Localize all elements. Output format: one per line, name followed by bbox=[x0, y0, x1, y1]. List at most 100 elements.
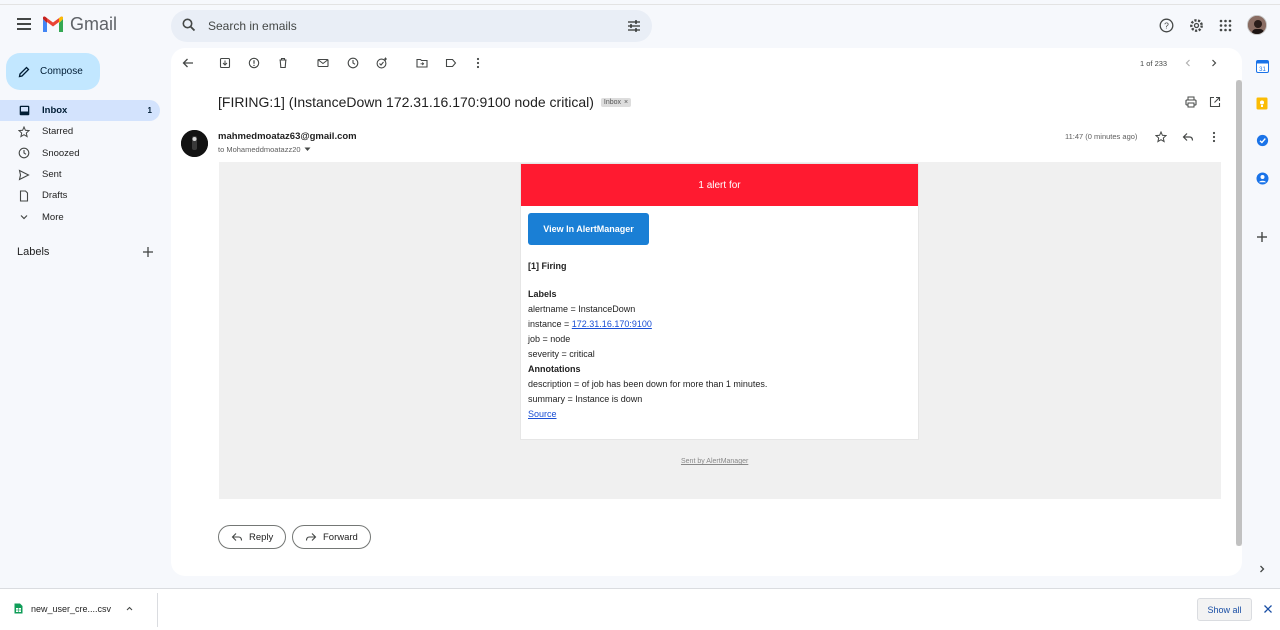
email-subject: [FIRING:1] (InstanceDown 172.31.16.170:9… bbox=[218, 94, 632, 110]
recipient-line[interactable]: to Mohameddmoatazz20 bbox=[218, 145, 311, 154]
sent-by-alertmanager-link[interactable]: Sent by AlertManager bbox=[681, 458, 748, 465]
send-icon bbox=[18, 169, 30, 181]
gmail-logo-text: Gmail bbox=[70, 14, 118, 34]
settings-gear-icon[interactable] bbox=[1187, 16, 1205, 34]
search-icon[interactable] bbox=[182, 18, 196, 32]
pencil-icon bbox=[18, 66, 30, 77]
gmail-m-logo-icon bbox=[43, 16, 63, 32]
reading-pane: 1 of 233 [FIRING:1] (InstanceDown 172.31… bbox=[171, 48, 1242, 576]
sidebar-item-label: Starred bbox=[42, 126, 74, 138]
pagination-count: 1 of 233 bbox=[1140, 59, 1168, 68]
reply-arrow-icon[interactable] bbox=[1181, 130, 1195, 144]
sidebar-item-drafts[interactable]: Drafts bbox=[0, 185, 160, 206]
forward-button[interactable]: Forward bbox=[292, 525, 371, 549]
sidebar-item-starred[interactable]: Starred bbox=[0, 121, 160, 142]
description-line: description = of job has been down for m… bbox=[528, 379, 768, 389]
search-options-icon[interactable] bbox=[627, 19, 641, 33]
job-line: job = node bbox=[528, 334, 571, 344]
move-to-folder-icon[interactable] bbox=[415, 56, 429, 70]
snooze-clock-icon[interactable] bbox=[346, 56, 360, 70]
svg-text:31: 31 bbox=[1259, 67, 1266, 73]
alert-card-header: 1 alert for bbox=[521, 164, 918, 206]
sidebar-item-snoozed[interactable]: Snoozed bbox=[0, 143, 160, 164]
forward-icon bbox=[305, 533, 317, 541]
apps-grid-icon[interactable] bbox=[1216, 16, 1234, 34]
remove-label-x-icon[interactable]: × bbox=[624, 99, 628, 106]
delete-trash-icon[interactable] bbox=[276, 56, 290, 70]
sender-avatar[interactable] bbox=[181, 130, 208, 157]
download-item[interactable]: new_user_cre....csv bbox=[14, 603, 134, 614]
instance-prefix: instance = bbox=[528, 319, 572, 329]
google-keep-icon[interactable] bbox=[1255, 96, 1269, 110]
back-arrow-icon[interactable] bbox=[181, 56, 195, 70]
chevron-down-icon bbox=[18, 211, 30, 223]
email-timestamp: 11:47 (0 minutes ago) bbox=[1065, 132, 1138, 141]
sidebar-item-inbox[interactable]: Inbox 1 bbox=[0, 100, 160, 122]
search-bar[interactable]: Search in emails bbox=[171, 10, 652, 42]
downloads-divider bbox=[157, 593, 158, 627]
close-downloads-bar-icon[interactable] bbox=[1262, 603, 1274, 615]
get-addons-plus-icon[interactable] bbox=[1255, 230, 1269, 244]
print-icon[interactable] bbox=[1184, 95, 1198, 109]
older-chevron-right-icon[interactable] bbox=[1207, 56, 1221, 70]
sidebar-item-label: More bbox=[42, 211, 64, 223]
compose-button[interactable]: Compose bbox=[6, 53, 100, 90]
badge-label: Inbox bbox=[603, 98, 621, 106]
message-more-options-icon[interactable] bbox=[1207, 130, 1221, 144]
labels-section-heading: Labels bbox=[528, 289, 557, 299]
severity-line: severity = critical bbox=[528, 349, 595, 359]
annotations-section-heading: Annotations bbox=[528, 364, 581, 374]
more-options-vertical-icon[interactable] bbox=[471, 56, 485, 70]
sidebar-item-label: Drafts bbox=[42, 190, 68, 202]
open-new-window-icon[interactable] bbox=[1208, 95, 1222, 109]
show-all-downloads-button[interactable]: Show all bbox=[1197, 598, 1252, 621]
reply-button[interactable]: Reply bbox=[218, 525, 287, 549]
help-icon[interactable]: ? bbox=[1157, 16, 1175, 34]
sidebar-item-label: Snoozed bbox=[42, 147, 80, 159]
google-calendar-icon[interactable]: 31 bbox=[1255, 59, 1269, 73]
view-in-alertmanager-button[interactable]: View In AlertManager bbox=[528, 213, 649, 245]
subject-text: [FIRING:1] (InstanceDown 172.31.16.170:9… bbox=[218, 94, 594, 110]
newer-chevron-left-icon[interactable] bbox=[1181, 56, 1195, 70]
account-avatar[interactable] bbox=[1247, 15, 1267, 35]
scrollbar-thumb[interactable] bbox=[1236, 80, 1242, 546]
message-toolbar: 1 of 233 bbox=[171, 48, 1242, 78]
chevron-up-icon[interactable] bbox=[125, 604, 134, 613]
main-menu-icon[interactable] bbox=[14, 15, 34, 35]
reading-pane-scrollbar[interactable] bbox=[1236, 80, 1242, 546]
add-to-tasks-icon[interactable] bbox=[375, 56, 389, 70]
inbox-icon bbox=[18, 105, 30, 117]
unread-count-badge: 1 bbox=[147, 106, 152, 116]
reply-icon bbox=[231, 533, 243, 541]
svg-text:?: ? bbox=[1164, 20, 1169, 30]
alertname-line: alertname = InstanceDown bbox=[528, 304, 636, 314]
google-tasks-icon[interactable] bbox=[1255, 133, 1269, 147]
recipient-text: to Mohameddmoatazz20 bbox=[218, 145, 301, 154]
sidebar-item-sent[interactable]: Sent bbox=[0, 164, 160, 185]
download-file-name: new_user_cre....csv bbox=[31, 603, 112, 614]
star-message-icon[interactable] bbox=[1154, 130, 1168, 144]
caret-down-icon[interactable] bbox=[304, 147, 311, 152]
sidebar-item-label: Inbox bbox=[42, 105, 68, 117]
add-label-plus-icon[interactable] bbox=[142, 246, 154, 258]
show-side-panel-chevron-icon[interactable] bbox=[1255, 562, 1269, 576]
google-contacts-icon[interactable] bbox=[1255, 171, 1269, 185]
sidebar-item-more[interactable]: More bbox=[0, 206, 160, 227]
draft-icon bbox=[18, 190, 30, 202]
instance-line: instance = 172.31.16.170:9100 bbox=[528, 317, 767, 332]
report-spam-icon[interactable] bbox=[247, 56, 261, 70]
inbox-label-badge[interactable]: Inbox × bbox=[600, 97, 632, 107]
alert-card: 1 alert for View In AlertManager [1] Fir… bbox=[520, 163, 919, 440]
gmail-logo[interactable]: Gmail bbox=[42, 14, 117, 35]
archive-icon[interactable] bbox=[218, 56, 232, 70]
search-input[interactable]: Search in emails bbox=[208, 19, 297, 33]
label-tag-icon[interactable] bbox=[444, 56, 458, 70]
sender-email[interactable]: mahmedmoataz63@gmail.com bbox=[218, 131, 357, 142]
source-link[interactable]: Source bbox=[528, 409, 557, 419]
mark-unread-mail-icon[interactable] bbox=[316, 56, 330, 70]
star-icon bbox=[18, 125, 30, 138]
downloads-bar: new_user_cre....csv Show all bbox=[0, 588, 1280, 630]
compose-label: Compose bbox=[40, 66, 83, 77]
instance-link[interactable]: 172.31.16.170:9100 bbox=[572, 319, 652, 329]
